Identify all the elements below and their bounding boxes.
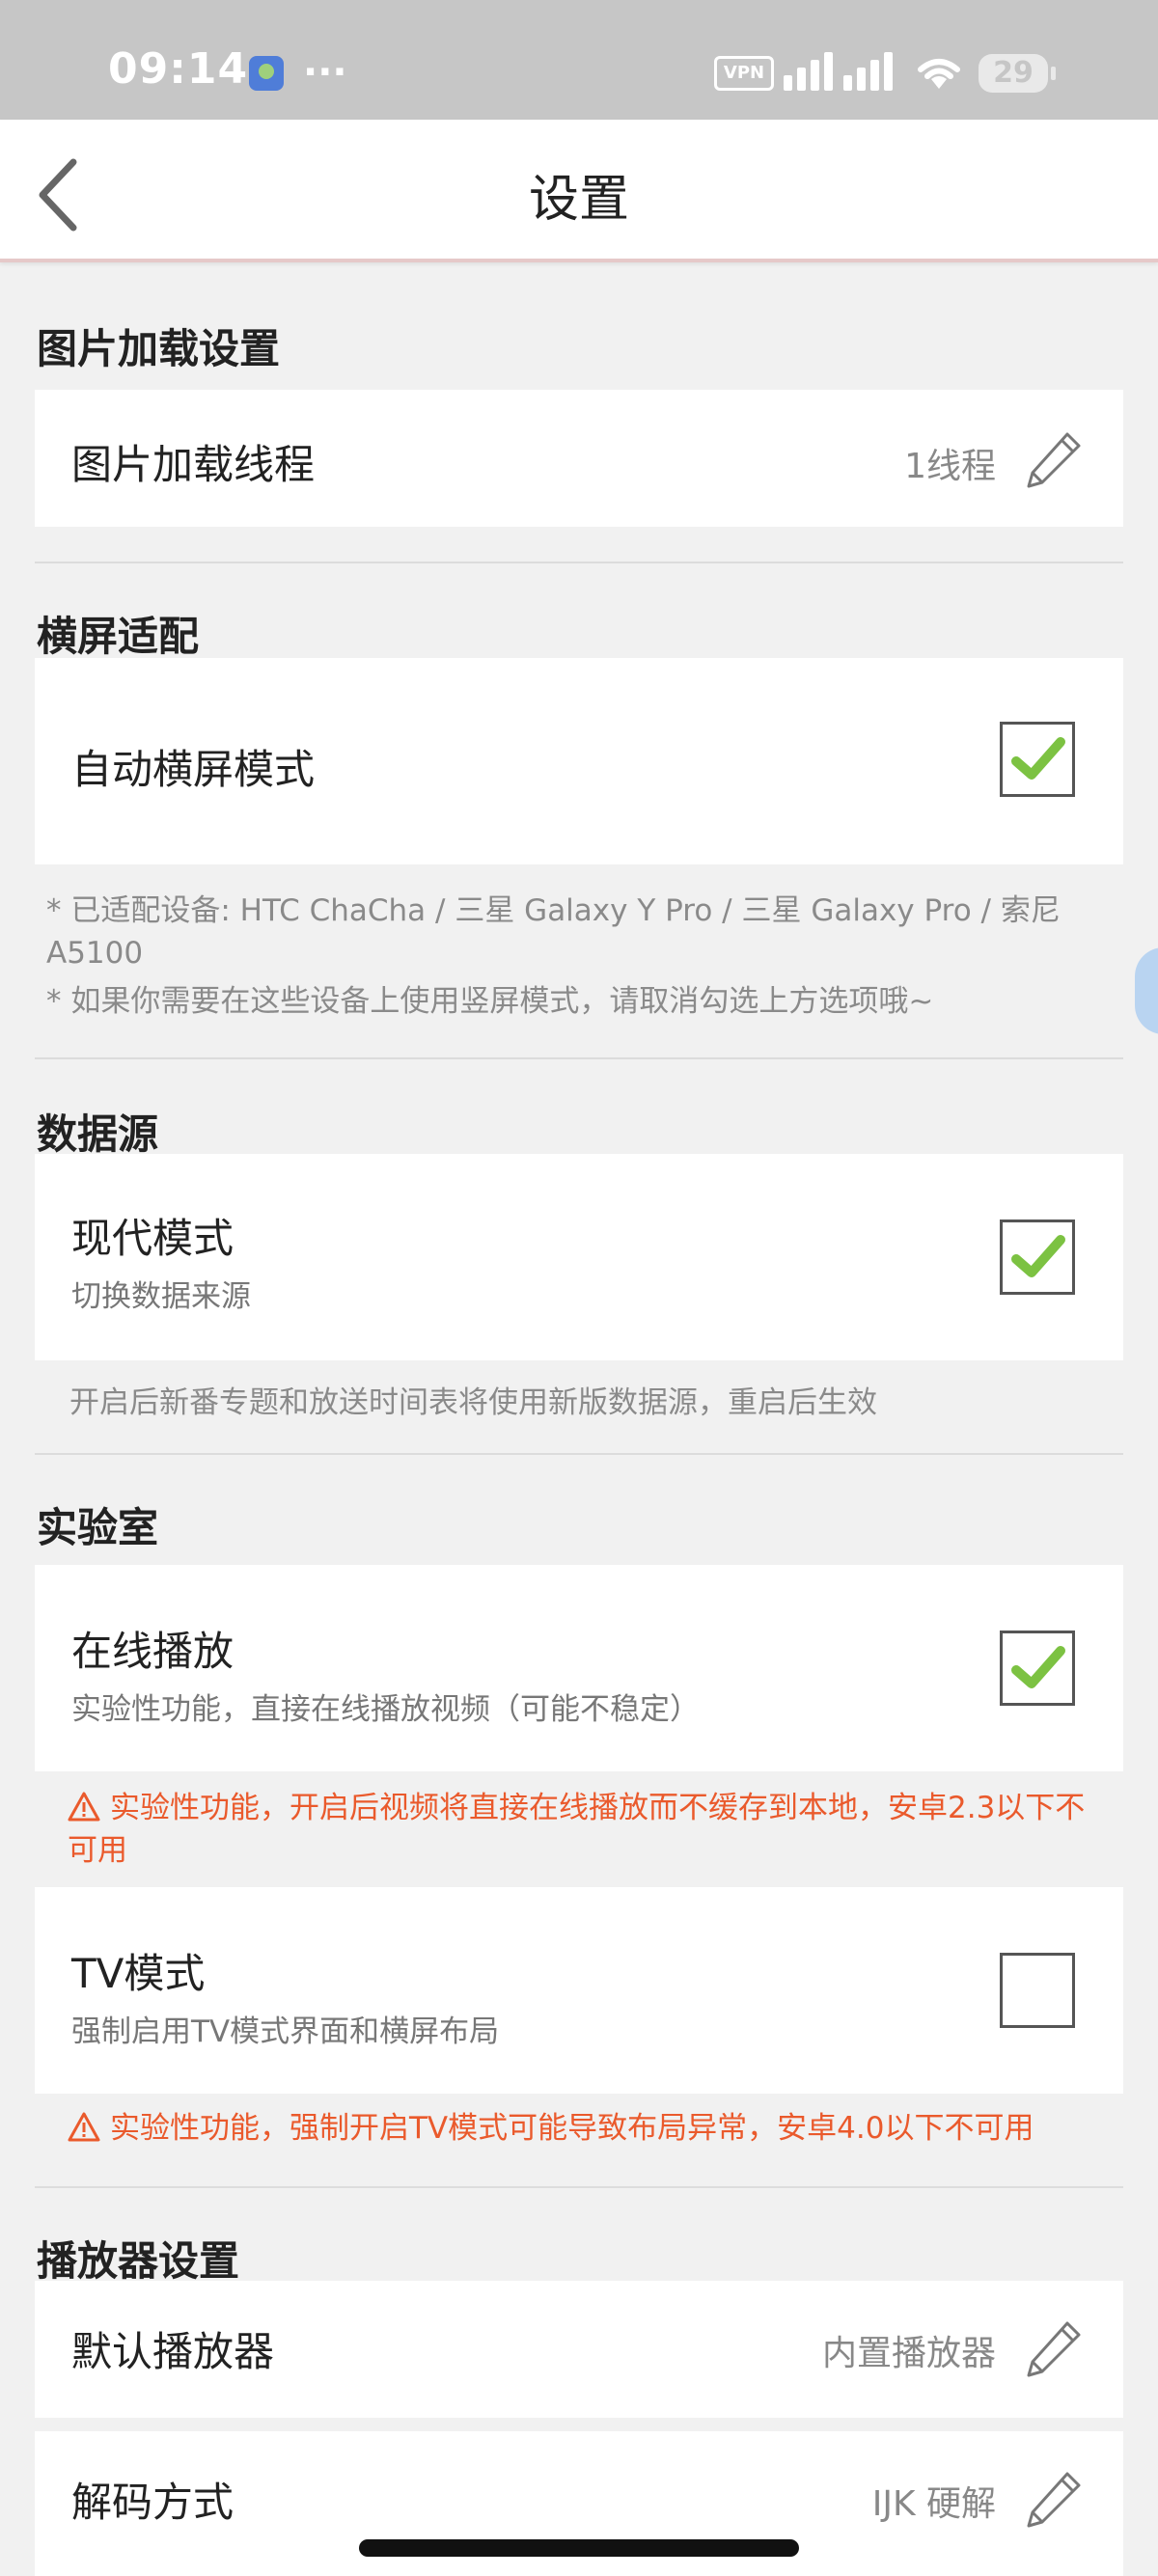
divider [35,1453,1123,1455]
setting-subtitle: 切换数据来源 [71,1279,251,1314]
setting-row-default-player[interactable]: 默认播放器 内置播放器 [35,2281,1123,2418]
setting-label: 图片加载线程 [71,441,316,488]
setting-row-online-play[interactable]: 在线播放 实验性功能，直接在线播放视频（可能不稳定） [35,1565,1123,1771]
wifi-icon [918,59,960,89]
pencil-icon[interactable] [1023,2468,1085,2530]
auto-landscape-checkbox[interactable] [1000,722,1075,797]
modern-mode-checkbox[interactable] [1000,1219,1075,1295]
setting-row-image-threads[interactable]: 图片加载线程 1线程 [35,390,1123,527]
setting-label: TV模式 [71,1950,206,1997]
checkmark-icon [1011,737,1065,780]
setting-value: 内置播放器 [821,2334,996,2373]
online-play-checkbox[interactable] [1000,1631,1075,1706]
signal-2-icon [843,52,901,91]
divider [35,1057,1123,1059]
setting-row-modern-mode[interactable]: 现代模式 切换数据来源 [35,1154,1123,1360]
more-notifications-icon: ··· [303,50,347,95]
setting-value: 1线程 [904,447,996,486]
app-notification-icon [249,56,284,91]
tv-mode-warning: 实验性功能，强制开启TV模式可能导致布局异常，安卓4.0以下不可用 [110,2111,1034,2146]
setting-label: 在线播放 [71,1628,234,1675]
setting-row-tv-mode[interactable]: TV模式 强制启用TV模式界面和横屏布局 [35,1887,1123,2094]
pencil-icon[interactable] [1023,428,1085,490]
divider [35,562,1123,563]
landscape-note-devices: * 已适配设备: HTC ChaCha / 三星 Galaxy Y Pro / … [46,893,1061,971]
battery-icon: 29 [979,54,1056,93]
pencil-icon[interactable] [1023,2317,1085,2379]
app-header: 设置 [0,120,1158,262]
checkmark-icon [1011,1235,1065,1277]
status-time: 09:14 [108,44,249,94]
setting-value: IJK 硬解 [871,2484,996,2524]
online-play-warning: 实验性功能，开启后视频将直接在线播放而不缓存到本地，安卓2.3以下不可用 [68,1791,1086,1868]
setting-label: 自动横屏模式 [71,746,316,793]
section-title-player: 播放器设置 [37,2237,240,2285]
section-title-landscape: 横屏适配 [37,613,200,660]
setting-label: 现代模式 [71,1215,234,1262]
checkmark-icon [1011,1646,1065,1688]
status-bar: 09:14 ··· VPN 29 [0,0,1158,120]
setting-label: 解码方式 [71,2479,234,2526]
section-title-data-source: 数据源 [37,1110,159,1158]
section-title-lab: 实验室 [37,1504,159,1551]
setting-subtitle: 强制启用TV模式界面和横屏布局 [71,2014,500,2049]
tv-mode-checkbox[interactable] [1000,1953,1075,2028]
home-indicator[interactable] [359,2539,799,2557]
floating-bubble[interactable] [1135,947,1158,1034]
setting-subtitle: 实验性功能，直接在线播放视频（可能不稳定） [71,1692,700,1727]
divider [35,2186,1123,2188]
landscape-note-portrait: * 如果你需要在这些设备上使用竖屏模式，请取消勾选上方选项哦~ [46,984,934,1019]
vpn-icon: VPN [714,56,774,91]
section-title-image-loading: 图片加载设置 [37,325,281,372]
setting-label: 默认播放器 [71,2328,275,2375]
signal-icon [784,52,841,91]
page-title: 设置 [528,171,629,229]
setting-row-auto-landscape[interactable]: 自动横屏模式 [35,658,1123,864]
data-source-note: 开启后新番专题和放送时间表将使用新版数据源，重启后生效 [69,1385,877,1420]
